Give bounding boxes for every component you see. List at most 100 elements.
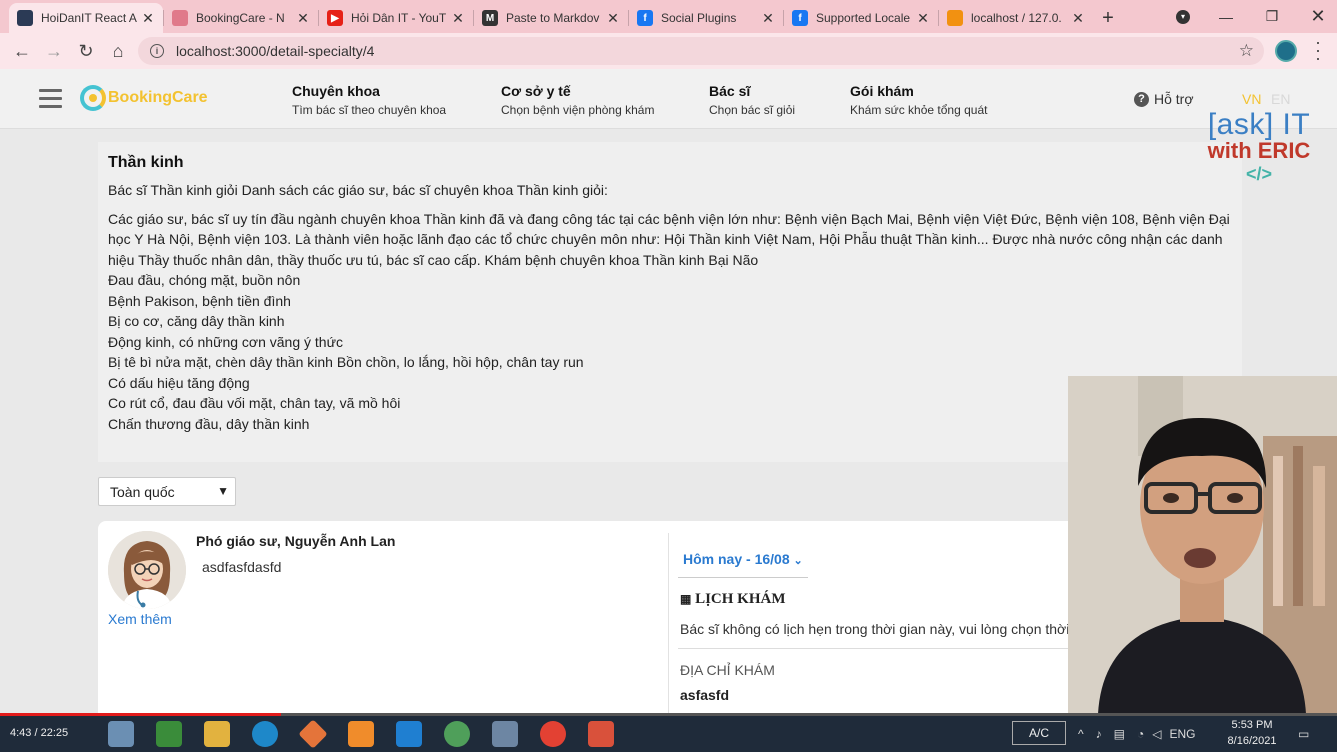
camtasia-icon[interactable] [156, 721, 182, 747]
new-tab-button[interactable]: + [1093, 3, 1123, 33]
tab-close-icon[interactable]: ✕ [296, 10, 310, 27]
network-icon[interactable]: ▤ [1114, 727, 1125, 741]
browser-tab[interactable]: M Paste to Markdov ✕ [474, 3, 628, 33]
minimize-icon[interactable]: — [1203, 0, 1249, 33]
chrome-icon[interactable] [540, 721, 566, 747]
profile-avatar[interactable] [1275, 40, 1297, 62]
task-view-icon[interactable] [108, 721, 134, 747]
tab-title: Hỏi Dân IT - YouT [351, 11, 447, 25]
schedule-heading: ▦ LỊCH KHÁM [680, 591, 786, 608]
notes-icon[interactable] [492, 721, 518, 747]
git-icon[interactable] [298, 719, 328, 749]
province-select[interactable]: Toàn quốc ▼ [98, 477, 236, 506]
video-time: 4:43 / 22:25 [10, 727, 69, 739]
watermark-line3: </> [1245, 164, 1273, 184]
support-label: Hỗ trợ [1154, 91, 1194, 107]
tab-favicon-icon: f [792, 10, 808, 26]
lang-en[interactable]: EN [1271, 91, 1290, 107]
date-select[interactable]: Hôm nay - 16/08 ⌄ [683, 551, 803, 567]
specialty-item: Đau đầu, chóng mặt, buồn nôn [108, 272, 301, 288]
nav-subtitle: Chọn bác sĩ giỏi [709, 103, 796, 117]
clock-date: 8/16/2021 [1227, 735, 1277, 747]
maximize-icon[interactable]: ❐ [1249, 0, 1295, 33]
file-explorer-icon[interactable] [204, 721, 230, 747]
browser-tab[interactable]: HoiDanIT React A ✕ [9, 3, 163, 33]
nav-title: Cơ sở y tế [501, 83, 571, 99]
specialty-item: Co rút cổ, đau đầu vối mặt, chân tay, vã… [108, 395, 401, 411]
tab-close-icon[interactable]: ✕ [451, 10, 465, 27]
date-underline [678, 577, 808, 578]
tab-favicon-icon [947, 10, 963, 26]
hamburger-menu-icon[interactable] [39, 89, 62, 108]
nav-item-facility[interactable]: Cơ sở y tế Chọn bệnh viện phòng khám [501, 83, 654, 117]
url-field[interactable]: i localhost:3000/detail-specialty/4 ☆ [138, 37, 1264, 65]
see-more-link[interactable]: Xem thêm [108, 611, 172, 627]
reload-icon[interactable]: ↻ [70, 35, 102, 67]
vscode-icon[interactable] [396, 721, 422, 747]
tab-close-icon[interactable]: ✕ [141, 10, 155, 27]
specialty-item: Bị co cơ, căng dây thần kinh [108, 313, 285, 329]
schedule-note: Bác sĩ không có lịch hẹn trong thời gian… [680, 621, 1082, 637]
browser-tab[interactable]: BookingCare - N ✕ [164, 3, 318, 33]
ac-indicator: A/C [1012, 721, 1066, 745]
app-icon[interactable] [588, 721, 614, 747]
browser-tab[interactable]: ▶ Hỏi Dân IT - YouT ✕ [319, 3, 473, 33]
address-label: ĐỊA CHỈ KHÁM [680, 662, 775, 678]
volume-icon[interactable]: ◁ [1152, 727, 1161, 741]
help-icon: ? [1134, 91, 1149, 107]
tab-close-icon[interactable]: ✕ [761, 10, 775, 27]
nav-title: Gói khám [850, 83, 914, 99]
skype-icon[interactable] [252, 721, 278, 747]
xampp-icon[interactable] [348, 721, 374, 747]
tab-favicon-icon: M [482, 10, 498, 26]
browser-menu-icon[interactable]: · · · [1312, 33, 1324, 67]
mic-icon[interactable]: ♪ [1096, 727, 1102, 741]
browser-tab[interactable]: f Supported Locale ✕ [784, 3, 938, 33]
browser-tab-bar: HoiDanIT React A ✕ BookingCare - N ✕ ▶ Hỏi Dâ… [0, 0, 1337, 33]
logo-mark-icon [80, 85, 106, 111]
site-info-icon[interactable]: i [150, 44, 164, 58]
schedule-title: LỊCH KHÁM [695, 591, 786, 607]
nav-title: Bác sĩ [709, 83, 751, 99]
tab-close-icon[interactable]: ✕ [916, 10, 930, 27]
tab-close-icon[interactable]: ✕ [606, 10, 620, 27]
url-text: localhost:3000/detail-specialty/4 [176, 43, 375, 59]
specialty-paragraph: Các giáo sư, bác sĩ uy tín đầu ngành chu… [108, 210, 1230, 268]
logo-text: BookingCare [108, 89, 208, 106]
chevron-down-icon: ▼ [217, 484, 229, 498]
doctor-description: asdfasfdasfd [202, 559, 282, 575]
nav-title: Chuyên khoa [292, 83, 380, 99]
chrome-active-icon[interactable] [444, 721, 470, 747]
calendar-icon: ▦ [680, 592, 692, 606]
nav-item-specialty[interactable]: Chuyên khoa Tìm bác sĩ theo chuyên khoa [292, 83, 446, 117]
tab-favicon-icon [17, 10, 33, 26]
close-window-icon[interactable]: ✕ [1295, 0, 1337, 33]
tab-title: Paste to Markdov [506, 11, 600, 25]
browser-tab[interactable]: localhost / 127.0. ✕ [939, 3, 1093, 33]
date-value: Hôm nay - 16/08 [683, 551, 790, 567]
back-icon[interactable]: ← [6, 35, 38, 67]
browser-tab[interactable]: f Social Plugins ✕ [629, 3, 783, 33]
webcam-overlay [1068, 376, 1337, 714]
forward-icon[interactable]: → [38, 35, 70, 67]
nav-item-doctor[interactable]: Bác sĩ Chọn bác sĩ giỏi [709, 83, 795, 117]
chevron-down-icon: ⌄ [793, 555, 803, 567]
wifi-icon[interactable]: ◔ [1137, 727, 1144, 741]
notifications-icon[interactable]: ▭ [1298, 716, 1309, 752]
clock[interactable]: 5:53 PM 8/16/2021 [1226, 717, 1278, 749]
tab-favicon-icon [172, 10, 188, 26]
chevron-up-icon[interactable]: ^ [1078, 727, 1084, 741]
lang-vn[interactable]: VN [1242, 91, 1261, 107]
doctor-name: Phó giáo sư, Nguyễn Anh Lan [196, 533, 396, 549]
logo[interactable]: BookingCare [80, 85, 208, 111]
bookmark-star-icon[interactable]: ☆ [1239, 41, 1254, 61]
input-language[interactable]: ENG [1169, 727, 1195, 741]
address-value: asfasfd [680, 687, 730, 703]
province-value: Toàn quốc [110, 483, 175, 500]
tab-close-icon[interactable]: ✕ [1071, 10, 1085, 27]
tab-search-icon[interactable]: ▾ [1160, 0, 1206, 33]
watermark-line1: [ask] IT [1207, 108, 1311, 141]
support-link[interactable]: ? Hỗ trợ [1134, 91, 1194, 107]
nav-item-package[interactable]: Gói khám Khám sức khỏe tổng quát [850, 83, 987, 117]
home-icon[interactable]: ⌂ [102, 35, 134, 67]
